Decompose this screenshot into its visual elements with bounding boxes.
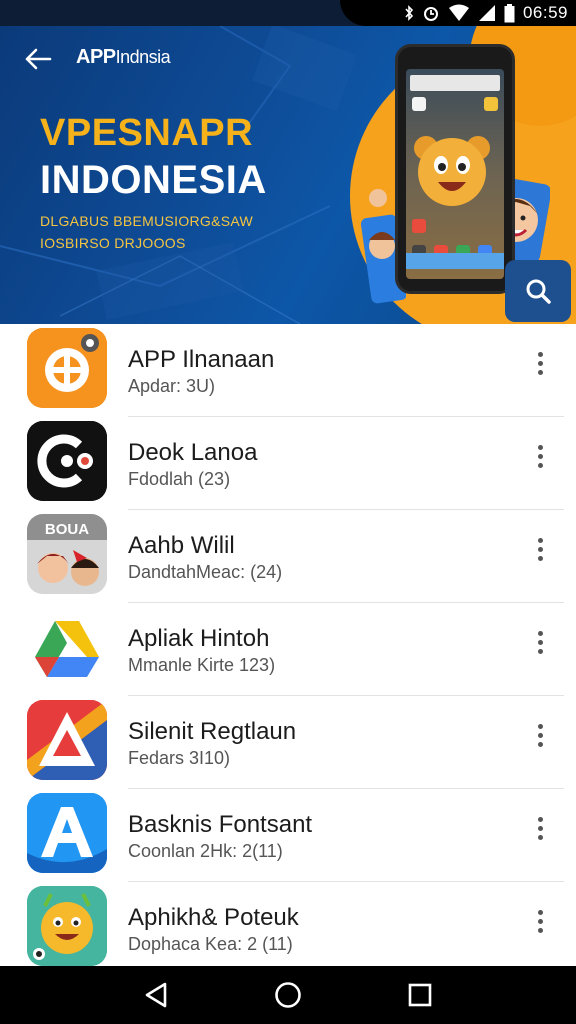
app-meta: Coonlan 2Hk: 2(11)	[128, 841, 283, 861]
phone-dock	[406, 253, 504, 269]
mini-app-icon	[412, 97, 426, 111]
orange-plus-icon	[27, 328, 107, 408]
more-options-button[interactable]	[528, 627, 552, 657]
more-options-button[interactable]	[528, 534, 552, 564]
app-name: Apliak Hintoh	[128, 625, 270, 652]
hero-subtitle-line2: IOSBIRSO DRJOOOS	[40, 235, 186, 251]
app-icon	[27, 886, 107, 966]
square-recents-icon	[408, 983, 432, 1007]
app-name: Aahb Wilil	[128, 532, 235, 559]
hero-title-line1: VPESNAPR	[40, 112, 254, 154]
app-icon	[27, 328, 107, 408]
app-meta: DandtahMeac: (24)	[128, 562, 283, 582]
bluetooth-icon	[405, 5, 414, 21]
hero-title-line2: INDONESIA	[40, 158, 267, 202]
more-options-button[interactable]	[528, 441, 552, 471]
nav-recents-button[interactable]	[400, 975, 440, 1015]
drive-triangle-icon	[27, 607, 107, 687]
nav-home-button[interactable]	[268, 975, 308, 1015]
app-name: Deok Lanoa	[128, 439, 258, 466]
app-meta: Mmanle Kirte 123)	[128, 655, 276, 675]
app-name: Basknis Fontsant	[128, 811, 313, 838]
status-icons: 06:59	[340, 0, 576, 26]
signal-icon	[478, 5, 495, 21]
app-icon	[27, 793, 107, 873]
list-item[interactable]: Silenit Regtlaun Fedars 3I10)	[0, 696, 576, 789]
mini-app-icon	[412, 219, 426, 233]
more-options-button[interactable]	[528, 813, 552, 843]
status-bar: 06:59	[0, 0, 576, 26]
brand-logo: APPIndnsia	[76, 46, 171, 69]
app-meta: Apdar: 3U)	[128, 376, 216, 396]
more-options-button[interactable]	[528, 348, 552, 378]
blue-a-icon	[27, 793, 107, 873]
more-options-button[interactable]	[528, 906, 552, 936]
navigation-bar	[0, 966, 576, 1024]
smiley-ball-icon	[27, 886, 107, 966]
circle-home-icon	[275, 982, 301, 1008]
hero-subtitle: DLGABUS BBEMUSIORG&SAW IOSBIRSO DRJOOOS	[40, 210, 253, 254]
cartoon-faces-icon: BOUA	[27, 514, 107, 594]
hero-subtitle-line1: DLGABUS BBEMUSIORG&SAW	[40, 213, 254, 229]
app-icon	[27, 607, 107, 687]
alarm-icon	[423, 7, 438, 21]
back-button[interactable]	[24, 44, 58, 74]
list-item[interactable]: BOUA Aahb Wilil DandtahMeac: (24)	[0, 510, 576, 603]
rainbow-a-icon	[27, 700, 107, 780]
app-icon: BOUA	[27, 514, 107, 594]
wifi-icon	[448, 4, 469, 21]
list-item[interactable]: Deok Lanoa Fdodlah (23)	[0, 417, 576, 510]
list-item[interactable]: Apliak Hintoh Mmanle Kirte 123)	[0, 603, 576, 696]
brand-bold: APP	[76, 46, 116, 68]
app-icon	[27, 421, 107, 501]
brand-rest: Indnsia	[115, 47, 171, 67]
app-name: Aphikh& Poteuk	[128, 904, 299, 931]
mini-app-icon	[484, 97, 498, 111]
bear-mascot-icon	[414, 136, 490, 206]
triangle-back-icon	[145, 982, 167, 1008]
hero-banner: APPIndnsia VPESNAPR INDONESIA DLGABUS BB…	[0, 26, 576, 324]
back-arrow-icon	[25, 48, 52, 70]
search-icon	[526, 279, 551, 304]
svg-text:BOUA: BOUA	[45, 521, 89, 538]
app-name: APP Ilnanaan	[128, 346, 275, 373]
app-meta: Fdodlah (23)	[128, 469, 231, 489]
list-item[interactable]: Basknis Fontsant Coonlan 2Hk: 2(11)	[0, 789, 576, 882]
list-item[interactable]: APP Ilnanaan Apdar: 3U)	[0, 324, 576, 417]
hero-search-button[interactable]	[505, 260, 571, 322]
battery-icon	[504, 3, 515, 22]
app-icon	[27, 700, 107, 780]
app-meta: Fedars 3I10)	[128, 748, 231, 768]
app-name: Silenit Regtlaun	[128, 718, 297, 745]
status-time: 06:59	[522, 3, 568, 22]
more-options-button[interactable]	[528, 720, 552, 750]
phone-search-bar	[410, 75, 500, 91]
nav-back-button[interactable]	[136, 975, 176, 1015]
black-c-icon	[27, 421, 107, 501]
app-meta: Dophaca Kea: 2 (11)	[128, 934, 293, 954]
app-list: APP Ilnanaan Apdar: 3U) Deok Lanoa Fdodl…	[0, 324, 576, 966]
list-item[interactable]: Aphikh& Poteuk Dophaca Kea: 2 (11)	[0, 882, 576, 966]
